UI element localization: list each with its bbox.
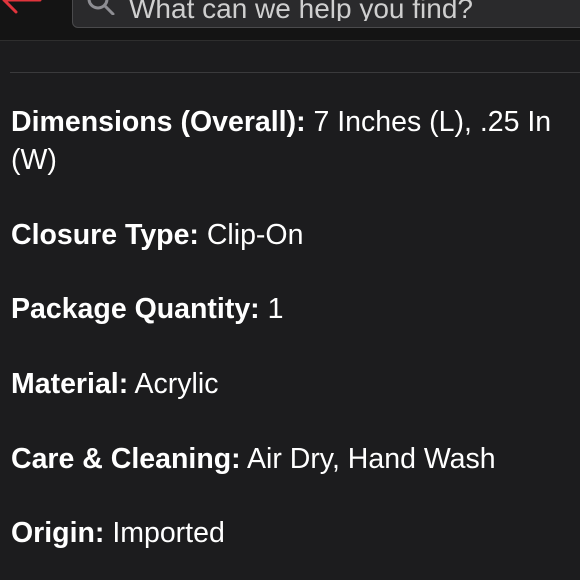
spec-value: Acrylic (128, 368, 219, 400)
search-box[interactable] (72, 0, 580, 28)
top-header-bar (0, 0, 580, 41)
back-arrow-icon[interactable] (0, 0, 48, 14)
spec-value: Imported (104, 517, 225, 549)
spec-value: Air Dry, Hand Wash (240, 443, 496, 475)
search-input[interactable] (129, 0, 579, 21)
spec-label: Material: (11, 368, 129, 400)
spec-material: Material: Acrylic (11, 366, 218, 403)
spec-closure-type: Closure Type: Clip-On (11, 217, 303, 254)
spec-origin: Origin: Imported (11, 515, 225, 552)
product-specifications: Dimensions (Overall): 7 Inches (L), .25 … (11, 104, 580, 564)
search-icon (87, 0, 115, 15)
spec-care-cleaning: Care & Cleaning: Air Dry, Hand Wash (11, 441, 496, 478)
spec-label: Care & Cleaning: (11, 443, 241, 475)
spec-label: Origin: (11, 517, 105, 549)
spec-value: 1 (259, 293, 284, 325)
spec-value: 7 Inches (L), .25 In (305, 106, 552, 138)
spec-label: Closure Type: (11, 219, 199, 251)
spec-dimensions-continued: (W) (11, 142, 57, 179)
spec-value: (W) (11, 144, 57, 176)
spec-label: Package Quantity: (11, 293, 260, 325)
divider (10, 72, 580, 73)
spec-label: Dimensions (Overall): (11, 106, 306, 138)
spec-value: Clip-On (198, 219, 304, 251)
spec-package-quantity: Package Quantity: 1 (11, 291, 283, 328)
spec-dimensions: Dimensions (Overall): 7 Inches (L), .25 … (11, 104, 551, 141)
